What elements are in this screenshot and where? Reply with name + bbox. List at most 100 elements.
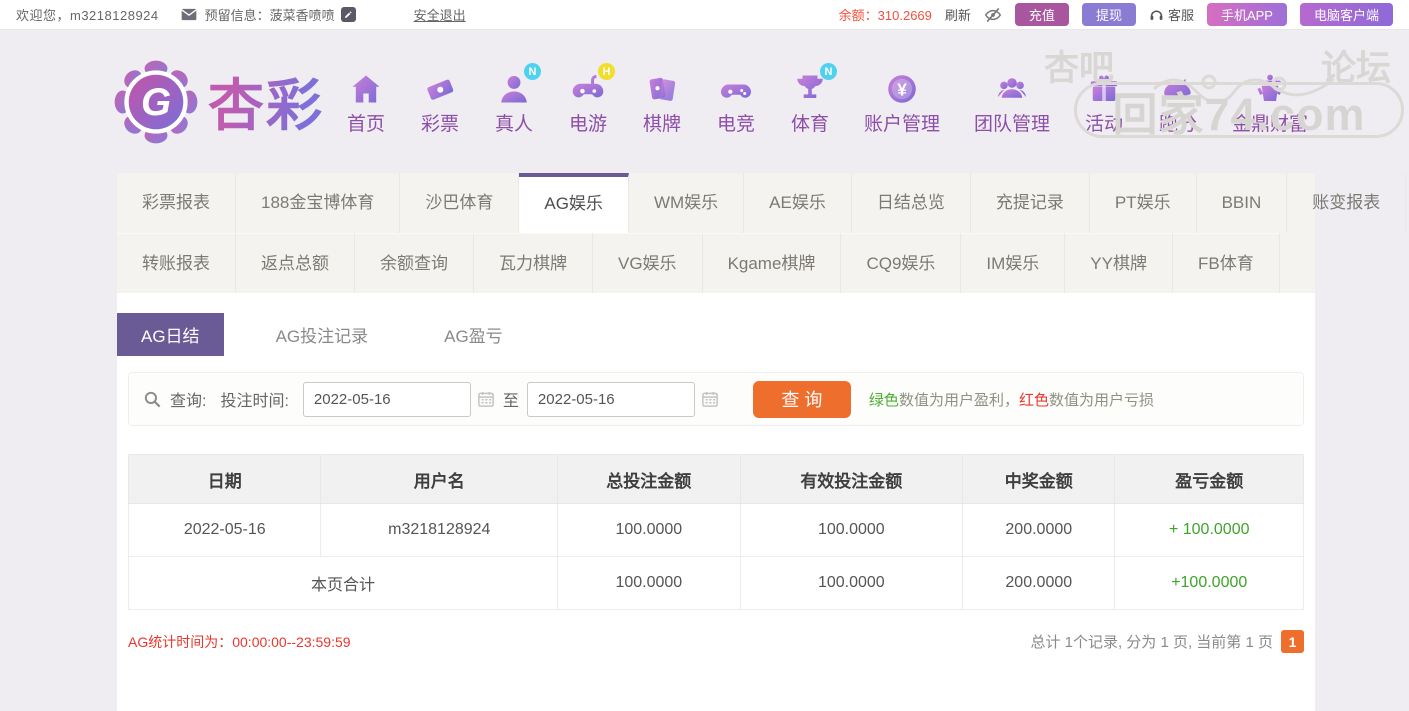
column-header: 日期 xyxy=(129,455,321,504)
tab-AE娱乐[interactable]: AE娱乐 xyxy=(744,173,852,233)
cards-icon xyxy=(642,67,682,107)
pc-client-button[interactable]: 电脑客户端 xyxy=(1300,3,1393,26)
badge-H: H xyxy=(598,63,615,80)
tab-返点总额[interactable]: 返点总额 xyxy=(236,233,355,293)
svg-text:¥: ¥ xyxy=(897,79,907,99)
nav-item-account[interactable]: ¥ 账户管理 xyxy=(864,67,940,136)
nav-label: 电游 xyxy=(569,109,607,136)
tab-彩票报表[interactable]: 彩票报表 xyxy=(117,173,236,233)
nav-item-cards[interactable]: 棋牌 xyxy=(642,67,682,136)
logout-link[interactable]: 安全退出 xyxy=(414,5,466,24)
tab-充提记录[interactable]: 充提记录 xyxy=(971,173,1090,233)
tab-PT娱乐[interactable]: PT娱乐 xyxy=(1090,173,1197,233)
activity-icon xyxy=(1084,67,1124,107)
bet-time-label: 投注时间: xyxy=(220,387,288,411)
subtab-AG盈亏[interactable]: AG盈亏 xyxy=(420,313,527,356)
cell-date: 2022-05-16 xyxy=(129,504,321,557)
tab-188金宝博体育[interactable]: 188金宝博体育 xyxy=(236,173,400,233)
tab-YY棋牌[interactable]: YY棋牌 xyxy=(1065,233,1173,293)
tab-WM娱乐[interactable]: WM娱乐 xyxy=(629,173,744,233)
message-icon[interactable] xyxy=(181,8,197,21)
subtab-AG日结[interactable]: AG日结 xyxy=(117,313,224,356)
nav-item-treasure[interactable]: 金鼎财富 xyxy=(1232,67,1308,136)
column-header: 中奖金额 xyxy=(963,455,1115,504)
tab-FB体育[interactable]: FB体育 xyxy=(1173,233,1280,293)
report-tabs-row1: 彩票报表188金宝博体育沙巴体育AG娱乐WM娱乐AE娱乐日结总览充提记录PT娱乐… xyxy=(117,173,1315,233)
search-icon xyxy=(143,390,162,409)
esports-icon xyxy=(716,67,756,107)
nav-item-home[interactable]: 首页 xyxy=(346,67,386,136)
tab-AG娱乐[interactable]: AG娱乐 xyxy=(519,173,629,233)
logo-text: 杏彩 xyxy=(208,61,324,142)
welcome-text: 欢迎您，m3218128924 xyxy=(16,5,159,24)
total-row: 本页合计100.0000100.0000200.0000+100.0000 xyxy=(129,557,1304,610)
tab-瓦力棋牌[interactable]: 瓦力棋牌 xyxy=(474,233,593,293)
badge-N: N xyxy=(820,63,837,80)
nav-item-activity[interactable]: 活动 xyxy=(1084,67,1124,136)
treasure-icon xyxy=(1250,67,1290,107)
nav-label: 电竞 xyxy=(717,109,755,136)
customer-service-button[interactable]: 客服 xyxy=(1149,5,1194,24)
total-label: 本页合计 xyxy=(129,557,558,610)
refresh-button[interactable]: 刷新 xyxy=(945,5,971,24)
nav-item-team[interactable]: 团队管理 xyxy=(974,67,1050,136)
total-profit: +100.0000 xyxy=(1115,557,1304,610)
nav-item-live[interactable]: N真人 xyxy=(494,67,534,136)
svg-text:G: G xyxy=(141,81,171,124)
watermark-right-text: 论坛 xyxy=(1321,40,1391,91)
page-1-button[interactable]: 1 xyxy=(1281,630,1304,653)
nav-item-sports[interactable]: N体育 xyxy=(790,67,830,136)
withdraw-button[interactable]: 提现 xyxy=(1082,3,1136,26)
nav-item-slots[interactable]: H电游 xyxy=(568,67,608,136)
tab-转账报表[interactable]: 转账报表 xyxy=(117,233,236,293)
total-win: 200.0000 xyxy=(963,557,1115,610)
nav-label: 彩票 xyxy=(421,109,459,136)
badge-N: N xyxy=(524,63,541,80)
tab-IM娱乐[interactable]: IM娱乐 xyxy=(961,233,1065,293)
date-from-input[interactable] xyxy=(303,382,471,417)
eye-slash-icon[interactable] xyxy=(984,7,1002,23)
nav-item-paofen[interactable]: 跑分 xyxy=(1158,67,1198,136)
calendar-from-icon[interactable] xyxy=(477,390,495,408)
subtab-AG投注记录[interactable]: AG投注记录 xyxy=(252,313,393,356)
tab-沙巴体育[interactable]: 沙巴体育 xyxy=(400,173,519,233)
nav-label: 活动 xyxy=(1085,109,1123,136)
table-footer: AG统计时间为：00:00:00--23:59:59 总计 1个记录, 分为 1… xyxy=(128,630,1304,653)
tab-日结总览[interactable]: 日结总览 xyxy=(852,173,971,233)
edit-icon[interactable] xyxy=(341,7,356,22)
nav-label: 跑分 xyxy=(1159,109,1197,136)
nav-label: 首页 xyxy=(347,109,385,136)
calendar-to-icon[interactable] xyxy=(701,390,719,408)
tab-VG娱乐[interactable]: VG娱乐 xyxy=(593,233,703,293)
site-logo[interactable]: G 杏彩 xyxy=(112,58,324,146)
pagination-summary: 总计 1个记录, 分为 1 页, 当前第 1 页 xyxy=(1030,631,1273,652)
live-icon: N xyxy=(494,67,534,107)
recharge-button[interactable]: 充值 xyxy=(1015,3,1069,26)
nav-label: 账户管理 xyxy=(864,109,940,136)
query-button[interactable]: 查 询 xyxy=(753,381,851,418)
tab-Kgame棋牌[interactable]: Kgame棋牌 xyxy=(703,233,842,293)
date-to-input[interactable] xyxy=(527,382,695,417)
main-nav: 首页彩票N真人H电游棋牌电竞N体育¥账户管理团队管理活动跑分金鼎财富 xyxy=(346,67,1308,136)
nav-label: 棋牌 xyxy=(643,109,681,136)
nav-label: 金鼎财富 xyxy=(1232,109,1308,136)
pagination: 总计 1个记录, 分为 1 页, 当前第 1 页 1 xyxy=(1030,630,1304,653)
column-header: 有效投注金额 xyxy=(740,455,963,504)
tab-账变报表[interactable]: 账变报表 xyxy=(1287,173,1406,233)
nav-item-esports[interactable]: 电竞 xyxy=(716,67,756,136)
slots-icon: H xyxy=(568,67,608,107)
tab-余额查询[interactable]: 余额查询 xyxy=(355,233,474,293)
mobile-app-button[interactable]: 手机APP xyxy=(1207,3,1287,26)
cell-total-bet: 100.0000 xyxy=(558,504,740,557)
cell-valid-bet: 100.0000 xyxy=(740,504,963,557)
tab-CQ9娱乐[interactable]: CQ9娱乐 xyxy=(841,233,961,293)
balance-text: 余额：310.2669 xyxy=(839,5,932,24)
nav-item-lottery[interactable]: 彩票 xyxy=(420,67,460,136)
cell-user: m3218128924 xyxy=(321,504,558,557)
topbar: 欢迎您，m3218128924 预留信息：菠菜香喷喷 安全退出 余额：310.2… xyxy=(0,0,1409,30)
tab-BBIN[interactable]: BBIN xyxy=(1197,173,1288,233)
column-header: 总投注金额 xyxy=(558,455,740,504)
balance-value: 310.2669 xyxy=(878,8,932,23)
report-table: 日期用户名总投注金额有效投注金额中奖金额盈亏金额 2022-05-16m3218… xyxy=(128,454,1304,610)
nav-label: 真人 xyxy=(495,109,533,136)
